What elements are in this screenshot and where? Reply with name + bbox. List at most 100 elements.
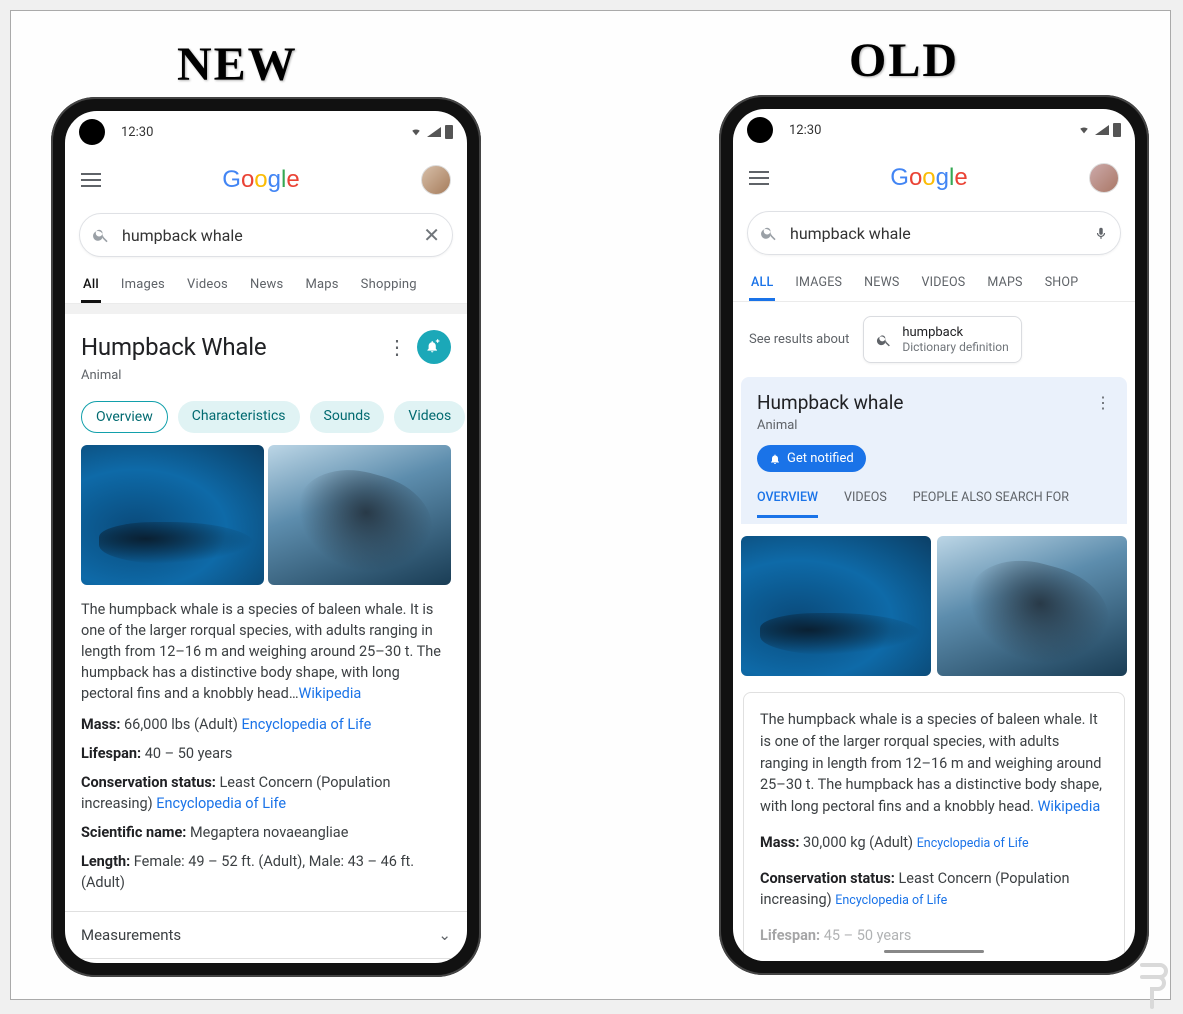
kp-subtype: Animal — [81, 368, 451, 383]
tab-images[interactable]: IMAGES — [793, 265, 844, 301]
search-query[interactable]: humpback whale — [790, 224, 1082, 243]
fact-row: Mass: 66,000 lbs (Adult) Encyclopedia of… — [81, 714, 451, 735]
search-query[interactable]: humpback whale — [122, 226, 411, 245]
fact-value: 40 – 50 years — [141, 745, 232, 762]
fact-source-link[interactable]: Encyclopedia of Life — [835, 893, 947, 908]
status-bar: 12:30 — [65, 117, 467, 147]
phone-frame-new: 12:30 Google humpback whale ✕ — [51, 97, 481, 977]
mic-icon[interactable] — [1094, 223, 1108, 243]
fact-source-link[interactable]: Encyclopedia of Life — [917, 836, 1029, 851]
fact-value: Female: 49 – 52 ft. (Adult), Male: 43 – … — [81, 853, 414, 891]
status-time: 12:30 — [121, 125, 153, 140]
battery-icon — [445, 125, 453, 139]
tab-shopping[interactable]: Shopping — [359, 267, 419, 303]
fact-row: Conservation status: Least Concern (Popu… — [760, 868, 1108, 912]
tab-news[interactable]: NEWS — [862, 265, 901, 301]
fact-row: Mass: 30,000 kg (Adult) Encyclopedia of … — [760, 832, 1108, 854]
wifi-icon — [409, 127, 423, 137]
fact-source-link[interactable]: Encyclopedia of Life — [242, 716, 372, 733]
fact-label: Mass: — [760, 834, 799, 851]
google-logo: Google — [222, 166, 299, 194]
get-notified-button[interactable]: Get notified — [757, 445, 866, 472]
fact-value: 30,000 kg (Adult) — [799, 834, 916, 851]
fact-label: Conservation status: — [760, 870, 895, 887]
related-result-title: humpback — [902, 325, 1008, 340]
fact-value: 45 – 50 years — [820, 927, 911, 944]
fact-label: Length: — [81, 853, 130, 870]
fact-row: Lifespan: 45 – 50 years — [760, 925, 1108, 947]
kp-description-source-link[interactable]: Wikipedia — [299, 685, 362, 702]
tab-all[interactable]: ALL — [749, 265, 775, 301]
comparison-label-new: NEW — [177, 37, 298, 92]
fact-label: Scientific name: — [81, 824, 186, 841]
google-logo: Google — [890, 164, 967, 192]
more-icon[interactable]: ⋮ — [377, 335, 417, 359]
avatar[interactable] — [1089, 163, 1119, 193]
comparison-label-old: OLD — [849, 33, 959, 88]
watermark-logo — [1132, 959, 1172, 1009]
bell-plus-icon — [425, 338, 443, 356]
more-icon[interactable]: ⋮ — [1095, 393, 1111, 412]
fact-value: 66,000 lbs (Adult) — [120, 716, 241, 733]
status-time: 12:30 — [789, 123, 821, 138]
fact-label: Conservation status: — [81, 774, 216, 791]
kp-description-source-link[interactable]: Wikipedia — [1038, 798, 1101, 815]
chip-videos[interactable]: Videos — [394, 401, 465, 433]
signal-icon — [1095, 125, 1109, 135]
clear-icon[interactable]: ✕ — [423, 223, 440, 247]
result-tabs: ALL IMAGES NEWS VIDEOS MAPS SHOP — [733, 265, 1135, 302]
see-results-about-label: See results about — [749, 332, 849, 347]
fact-row: Scientific name: Megaptera novaeangliae — [81, 822, 451, 843]
search-bar[interactable]: humpback whale — [747, 211, 1121, 255]
notify-button[interactable] — [417, 330, 451, 364]
related-result-card[interactable]: humpback Dictionary definition — [863, 316, 1021, 363]
avatar[interactable] — [421, 165, 451, 195]
battery-icon — [1113, 123, 1121, 137]
kp-image-1[interactable] — [741, 536, 931, 676]
search-icon — [92, 226, 110, 244]
fact-label: Lifespan: — [81, 745, 141, 762]
tab-maps[interactable]: Maps — [303, 267, 340, 303]
kp-chips: Overview Characteristics Sounds Videos — [65, 393, 467, 445]
signal-icon — [427, 127, 441, 137]
search-bar[interactable]: humpback whale ✕ — [79, 213, 453, 257]
subtab-people-also-search[interactable]: PEOPLE ALSO SEARCH FOR — [913, 490, 1069, 518]
tab-news[interactable]: News — [248, 267, 285, 303]
fact-source-link[interactable]: Encyclopedia of Life — [156, 795, 286, 812]
kp-image-1[interactable] — [81, 445, 264, 585]
fact-row: Length: Female: 49 – 52 ft. (Adult), Mal… — [81, 851, 451, 893]
menu-icon[interactable] — [81, 173, 101, 187]
expander-measurements[interactable]: Measurements ⌄ — [65, 911, 467, 958]
wifi-icon — [1077, 125, 1091, 135]
tab-videos[interactable]: VIDEOS — [920, 265, 968, 301]
kp-title: Humpback Whale — [81, 333, 377, 361]
subtab-videos[interactable]: VIDEOS — [844, 490, 887, 518]
kp-image-2[interactable] — [937, 536, 1127, 676]
expander-population[interactable]: Population ⌄ — [65, 958, 467, 963]
home-indicator[interactable] — [884, 950, 984, 953]
subtab-overview[interactable]: OVERVIEW — [757, 490, 818, 518]
chip-characteristics[interactable]: Characteristics — [178, 401, 300, 433]
menu-icon[interactable] — [749, 171, 769, 185]
bell-icon — [769, 453, 781, 465]
chip-overview[interactable]: Overview — [81, 401, 168, 433]
expander-label: Measurements — [81, 926, 181, 944]
tab-shopping[interactable]: SHOP — [1043, 265, 1081, 301]
get-notified-label: Get notified — [787, 451, 854, 466]
search-icon — [876, 332, 892, 348]
phone-frame-old: 12:30 Google humpback whale — [719, 95, 1149, 975]
chip-sounds[interactable]: Sounds — [310, 401, 385, 433]
tab-videos[interactable]: Videos — [185, 267, 230, 303]
tab-maps[interactable]: MAPS — [985, 265, 1024, 301]
fact-label: Lifespan: — [760, 927, 820, 944]
kp-title: Humpback whale — [757, 391, 903, 414]
camera-hole — [79, 119, 105, 145]
kp-image-2[interactable] — [268, 445, 451, 585]
tab-all[interactable]: All — [81, 267, 101, 303]
result-tabs: All Images Videos News Maps Shopping — [65, 267, 467, 304]
kp-description: The humpback whale is a species of balee… — [81, 601, 441, 702]
camera-hole — [747, 117, 773, 143]
tab-images[interactable]: Images — [119, 267, 167, 303]
fact-label: Mass: — [81, 716, 120, 733]
kp-subtype: Animal — [757, 418, 1111, 433]
